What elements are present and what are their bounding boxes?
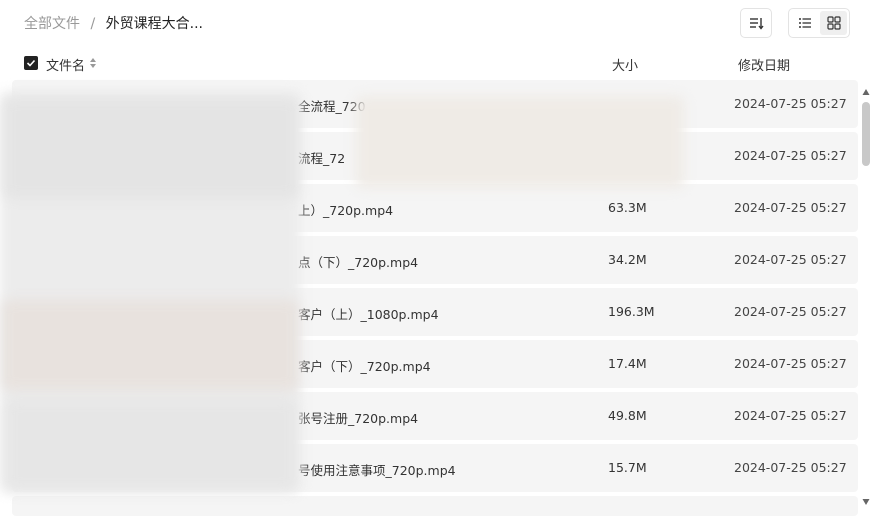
scrollbar-thumb[interactable] [862,102,870,166]
file-size: 15.7M [608,460,647,475]
file-name[interactable]: 张号注册_720p.mp4 [298,408,418,427]
breadcrumb-separator: / [90,16,96,32]
sort-caret-icon[interactable] [89,57,97,69]
file-date: 2024-07-25 05:27 [734,200,847,215]
breadcrumb: 全部文件 / 外贸课程大合... [24,14,203,34]
grid-view-icon [826,16,841,30]
file-date: 2024-07-25 05:27 [734,96,847,111]
file-date: 2024-07-25 05:27 [734,304,847,319]
scroll-down-arrow-icon[interactable] [862,498,870,506]
file-date: 2024-07-25 05:27 [734,252,847,267]
file-size: 63.3M [608,200,647,215]
column-header-date[interactable]: 修改日期 [738,55,790,74]
list-view-button[interactable] [791,11,818,35]
file-size: 17.4M [608,356,647,371]
file-name[interactable]: 上）_720p.mp4 [298,200,393,219]
grid-view-button[interactable] [820,11,847,35]
redacted-region [356,96,684,188]
file-name[interactable]: 点（下）_720p.mp4 [298,252,418,271]
breadcrumb-current-folder: 外贸课程大合... [105,16,203,32]
select-all-checkbox[interactable] [24,56,38,70]
file-name[interactable]: 客户（下）_720p.mp4 [298,356,431,375]
redacted-region [2,300,298,390]
check-icon [26,59,36,67]
table-header: 文件名 大小 修改日期 [0,52,874,76]
file-date: 2024-07-25 05:27 [734,460,847,475]
file-date: 2024-07-25 05:27 [734,148,847,163]
file-name[interactable]: 流程_72 [298,148,345,167]
sort-icon [750,18,764,30]
file-name[interactable]: 号使用注意事项_720p.mp4 [298,460,456,479]
file-name[interactable]: 客户（上）_1080p.mp4 [298,304,439,323]
file-date: 2024-07-25 05:27 [734,356,847,371]
list-view-icon [798,18,811,28]
column-header-name[interactable]: 文件名 [46,55,85,74]
file-size: 196.3M [608,304,655,319]
scroll-up-arrow-icon[interactable] [862,88,870,96]
file-size: 49.8M [608,408,647,423]
view-mode-toggle [788,8,850,38]
breadcrumb-root-link[interactable]: 全部文件 [24,16,80,32]
file-size: 34.2M [608,252,647,267]
redacted-region [4,98,298,198]
file-row-partial[interactable] [12,496,858,516]
file-date: 2024-07-25 05:27 [734,408,847,423]
sort-button[interactable] [740,8,772,38]
redacted-region [6,400,296,490]
column-header-size[interactable]: 大小 [612,55,638,74]
